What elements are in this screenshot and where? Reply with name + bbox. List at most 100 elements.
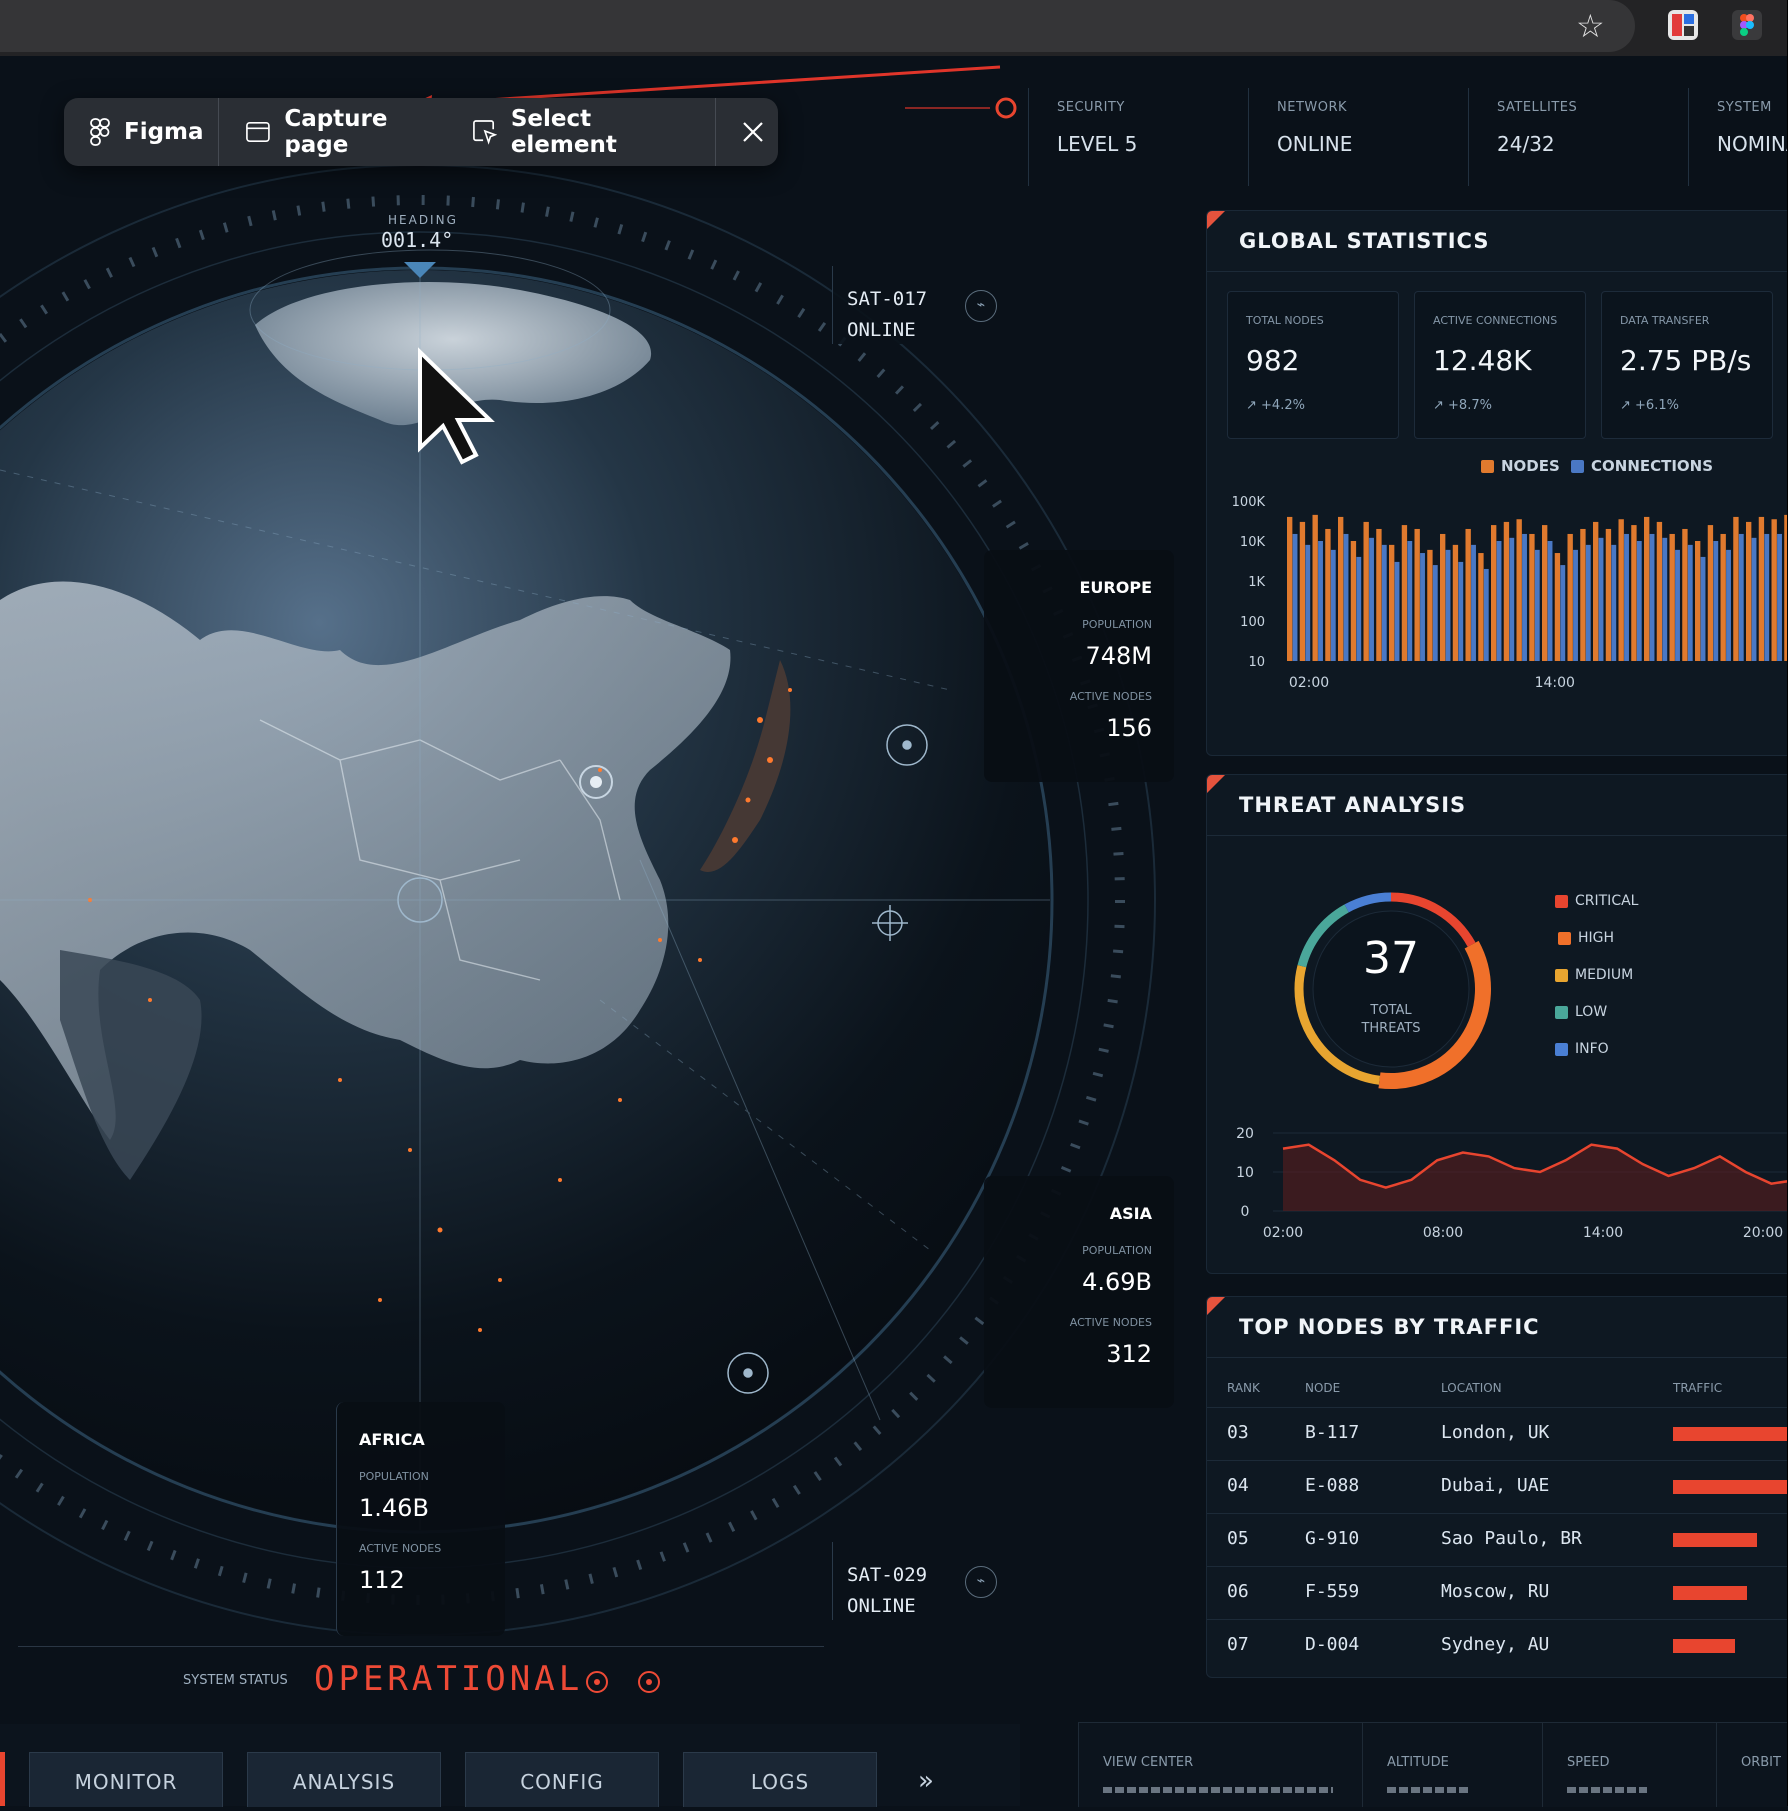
connections-bar	[1407, 541, 1413, 661]
telemetry-strip: VIEW CENTER ALTITUDE SPEED ORBIT	[1078, 1722, 1788, 1807]
y-tick-label: 100K	[1232, 495, 1266, 510]
select-element-label: Select element	[510, 106, 617, 158]
table-row[interactable]: 04 E-088 Dubai, UAE	[1207, 1460, 1788, 1514]
header-cell-satellites: SATELLITES 24/32	[1468, 88, 1689, 186]
traffic-bar	[1673, 1427, 1788, 1441]
panel-title: THREAT ANALYSIS	[1239, 793, 1467, 817]
column-header-location[interactable]: LOCATION	[1441, 1381, 1502, 1395]
nav-tab-monitor[interactable]: MONITOR	[29, 1752, 223, 1807]
population-label: POPULATION	[1082, 1244, 1152, 1257]
header-cell-value: LEVEL 5	[1057, 132, 1138, 156]
connections-bar	[1573, 549, 1578, 661]
capture-page-label: Capture page	[284, 106, 388, 158]
satellite-card-sat-029[interactable]: SAT-029 ONLINE ⌁	[832, 1542, 997, 1620]
connections-bar	[1598, 537, 1604, 661]
legend-swatch	[1481, 459, 1494, 473]
nav-more-chevron-icon[interactable]: »	[918, 1766, 934, 1796]
telemetry-label: ALTITUDE	[1387, 1755, 1449, 1770]
nodes-bar	[1325, 528, 1331, 661]
nav-tab-logs[interactable]: LOGS	[683, 1752, 877, 1807]
connections-bar	[1700, 556, 1706, 661]
satellite-icon[interactable]: ⌁	[965, 290, 997, 322]
stat-total-nodes[interactable]: TOTAL NODES 982 ↗ +4.2%	[1227, 291, 1399, 439]
table-row[interactable]: 05 G-910 Sao Paulo, BR	[1207, 1513, 1788, 1567]
address-bar[interactable]	[0, 0, 1635, 52]
connections-bar	[1305, 544, 1311, 661]
select-element-button[interactable]: Select element	[459, 98, 703, 166]
region-name: AFRICA	[359, 1430, 425, 1449]
column-header-rank[interactable]: RANK	[1227, 1381, 1260, 1395]
nodes-bar	[1427, 549, 1433, 661]
y-tick-label: 10	[1236, 1165, 1254, 1181]
nodes-bar	[1682, 528, 1688, 661]
legend-swatch	[1555, 968, 1568, 982]
satellite-name: SAT-017	[847, 288, 928, 310]
capture-page-button[interactable]: Capture page	[218, 98, 459, 166]
nodes-bar	[1695, 541, 1701, 661]
column-header-traffic[interactable]: TRAFFIC	[1673, 1381, 1722, 1395]
cell-node: E-088	[1305, 1475, 1360, 1496]
connections-bar	[1381, 544, 1387, 661]
satellite-icon[interactable]: ⌁	[965, 1566, 997, 1598]
figma-capture-toolbar: Figma Capture page Select element	[64, 98, 778, 166]
nav-tab-analysis[interactable]: ANALYSIS	[247, 1752, 441, 1807]
legend-medium: MEDIUM	[1555, 967, 1633, 983]
panel-divider	[1207, 1357, 1788, 1358]
x-tick-label: 02:00	[1263, 1225, 1303, 1241]
region-card-asia[interactable]: ASIA POPULATION 4.69B ACTIVE NODES 312	[984, 1176, 1174, 1408]
legend-label: LOW	[1575, 1004, 1608, 1020]
bookmark-star-icon[interactable]: ☆	[1576, 8, 1605, 44]
region-card-africa[interactable]: AFRICA POPULATION 1.46B ACTIVE NODES 112	[336, 1402, 505, 1636]
panel-title: TOP NODES BY TRAFFIC	[1239, 1315, 1540, 1339]
table-row[interactable]: 06 F-559 Moscow, RU	[1207, 1566, 1788, 1620]
satellite-card-sat-017[interactable]: SAT-017 ONLINE ⌁	[832, 266, 997, 344]
beijing-node-core	[590, 776, 602, 788]
y-tick-label: 10	[1248, 655, 1265, 670]
x-tick-label: 20:00	[1743, 1225, 1783, 1241]
nodes-bar	[1669, 533, 1675, 661]
region-card-europe[interactable]: EUROPE POPULATION 748M ACTIVE NODES 156	[984, 550, 1174, 782]
legend-swatch	[1555, 1005, 1568, 1019]
header-status-strip: SECURITY LEVEL 5 NETWORK ONLINE SATELLIT…	[1028, 88, 1788, 186]
population-value: 748M	[1085, 642, 1152, 670]
threat-total: 37	[1363, 933, 1419, 984]
table-row[interactable]: 03 B-117 London, UK	[1207, 1407, 1788, 1461]
threat-trend-area-chart: 20 10 0 02:00 08:00 14:00 20:00	[1236, 1126, 1788, 1241]
telemetry-speed: SPEED	[1542, 1723, 1717, 1807]
nodes-bar	[1593, 521, 1599, 661]
stat-active-connections[interactable]: ACTIVE CONNECTIONS 12.48K ↗ +8.7%	[1414, 291, 1586, 439]
figma-brand-button[interactable]: Figma	[64, 98, 218, 166]
threat-donut-chart	[1294, 892, 1491, 1089]
stat-delta: ↗ +8.7%	[1433, 398, 1492, 413]
nodes-bar	[1656, 521, 1663, 661]
y-tick-label: 0	[1241, 1204, 1250, 1220]
region-name: EUROPE	[1079, 578, 1153, 597]
stat-data-transfer[interactable]: DATA TRANSFER 2.75 PB/s ↗ +6.1%	[1601, 291, 1773, 439]
telemetry-label: VIEW CENTER	[1103, 1755, 1194, 1770]
cell-location: Dubai, UAE	[1441, 1475, 1550, 1496]
cell-location: Sao Paulo, BR	[1441, 1528, 1582, 1549]
extension-html-to-design-icon[interactable]	[1668, 10, 1698, 40]
close-toolbar-button[interactable]	[716, 98, 778, 166]
header-cell-value: ONLINE	[1277, 132, 1353, 156]
nodes-bar	[1746, 521, 1752, 661]
telemetry-label: SPEED	[1567, 1755, 1610, 1770]
stat-delta: ↗ +4.2%	[1246, 398, 1305, 413]
y-tick-label: 1K	[1248, 575, 1265, 590]
panel-divider	[1207, 271, 1788, 272]
header-cell-label: SECURITY	[1057, 100, 1125, 115]
nav-tab-config[interactable]: CONFIG	[465, 1752, 659, 1807]
donut-slice-info	[1344, 892, 1392, 913]
cell-location: London, UK	[1441, 1422, 1550, 1443]
telemetry-orbit: ORBIT	[1716, 1723, 1788, 1807]
trend-up-icon: ↗	[1433, 398, 1449, 413]
legend-connections: CONNECTIONS	[1571, 457, 1713, 475]
heading-label: HEADING	[388, 213, 458, 227]
column-header-node[interactable]: NODE	[1305, 1381, 1340, 1395]
extension-figma-icon[interactable]	[1732, 10, 1762, 40]
nodes-bar	[1491, 525, 1497, 661]
threat-analysis-panel: THREAT ANALYSIS 37 TOTAL THREATS CRITICA…	[1206, 774, 1788, 1274]
nodes-bar	[1312, 514, 1318, 661]
table-row[interactable]: 07 D-004 Sydney, AU	[1207, 1619, 1788, 1673]
nodes-bar	[1529, 533, 1535, 661]
